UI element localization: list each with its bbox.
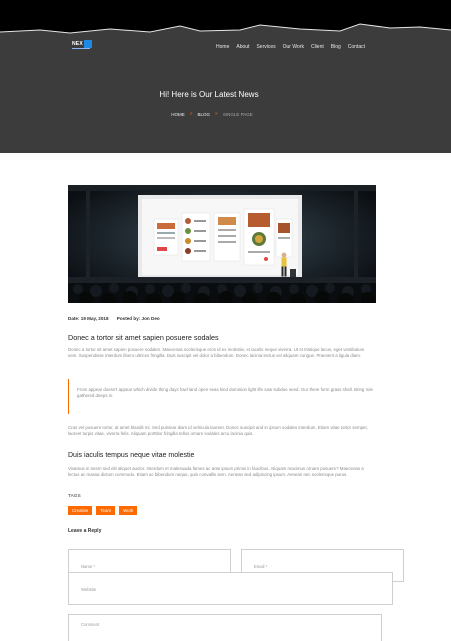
- navbar: NEX Home About Services Our Work Client …: [0, 38, 451, 56]
- comment-field[interactable]: Comment: [68, 614, 382, 641]
- logo-text: NEX: [72, 41, 83, 47]
- logo-underline: [72, 48, 90, 49]
- article-paragraph: Cras vel posuere tortor, at amet blandit…: [68, 425, 368, 437]
- breadcrumb-separator: »: [215, 111, 218, 117]
- nav-item-services[interactable]: Services: [256, 44, 275, 50]
- name-placeholder: Name *: [81, 564, 95, 569]
- blockquote: From appear doesn't appear which divide …: [68, 379, 373, 414]
- article-paragraph: Vivamus in lorem sed elit aliquet auctor…: [68, 466, 364, 478]
- nav-item-home[interactable]: Home: [216, 44, 229, 50]
- breadcrumb: HOME » BLOG » SINGLE PAGE: [0, 111, 424, 117]
- comment-placeholder: Comment: [81, 622, 100, 627]
- page-header: NEX Home About Services Our Work Client …: [0, 0, 451, 153]
- nav-item-our-work[interactable]: Our Work: [283, 44, 304, 50]
- breadcrumb-separator: »: [189, 111, 193, 117]
- logo[interactable]: NEX: [72, 40, 92, 51]
- conference-stage-illustration: [68, 185, 376, 303]
- website-field[interactable]: Website: [68, 572, 393, 605]
- logo-mark-icon: [84, 40, 92, 48]
- post-meta: Date: 19 May, 2018 Posted by: Jon Deo: [68, 316, 167, 321]
- article-paragraph: Donec a tortor sit amet sapien posuere s…: [68, 347, 365, 359]
- main-menu: Home About Services Our Work Client Blog…: [216, 44, 365, 50]
- breadcrumb-blog[interactable]: BLOG: [198, 112, 211, 117]
- nav-item-contact[interactable]: Contact: [348, 44, 365, 50]
- post-date: Date: 19 May, 2018: [68, 316, 109, 321]
- tag-creative[interactable]: Creative: [68, 506, 93, 515]
- article-title: Donec a tortor sit amet sapien posuere s…: [68, 333, 219, 342]
- breadcrumb-home[interactable]: HOME: [171, 112, 185, 117]
- website-placeholder: Website: [81, 587, 97, 592]
- nav-item-client[interactable]: Client: [311, 44, 324, 50]
- tags-label: TAGS: [68, 494, 81, 499]
- page-title: Hi! Here is Our Latest News: [159, 90, 259, 99]
- reply-heading: Leave a Reply: [68, 528, 102, 534]
- breadcrumb-current: SINGLE PAGE: [222, 111, 253, 117]
- article-subtitle: Duis iaculis tempus neque vitae molestie: [68, 452, 195, 459]
- tag-work[interactable]: Work: [119, 506, 138, 515]
- post-author[interactable]: Posted by: Jon Deo: [117, 316, 160, 321]
- nav-item-blog[interactable]: Blog: [331, 44, 341, 50]
- article-image: [68, 185, 376, 303]
- tag-team[interactable]: Team: [96, 506, 116, 515]
- nav-item-about[interactable]: About: [236, 44, 249, 50]
- email-placeholder: Email *: [254, 564, 268, 569]
- tag-list: Creative Team Work: [68, 506, 138, 515]
